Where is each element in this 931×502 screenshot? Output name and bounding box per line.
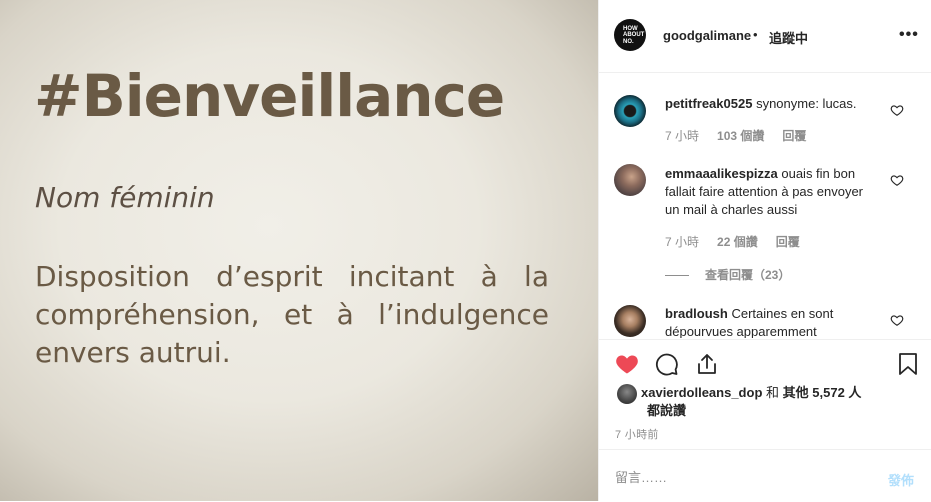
view-replies-button[interactable]: 查看回覆（23） xyxy=(665,266,790,283)
image-hashtag: #Bienveillance xyxy=(34,62,505,130)
post-timestamp[interactable]: 7 小時前 xyxy=(615,426,659,442)
liker-username[interactable]: xavierdolleans_dop xyxy=(641,385,762,400)
reply-button[interactable]: 回覆 xyxy=(776,235,800,249)
comments-list: petitfreak0525 synonyme: lucas. 7 小時 103 … xyxy=(599,73,931,338)
view-replies-label: 查看回覆（23） xyxy=(705,268,791,282)
follow-status-button[interactable]: 追蹤中 xyxy=(769,28,808,47)
comment-heart-icon[interactable] xyxy=(890,173,904,187)
comment-heart-icon[interactable] xyxy=(890,103,904,117)
comment-meta: 7 小時 103 個讚 回覆 xyxy=(665,127,824,144)
like-heart-icon[interactable] xyxy=(615,352,639,376)
replies-divider xyxy=(665,275,689,277)
comment-likes[interactable]: 103 個讚 xyxy=(717,129,764,143)
author-avatar-text: HOW ABOUT NO. xyxy=(623,25,645,45)
action-bar xyxy=(599,339,931,388)
commenter-username[interactable]: bradloush xyxy=(665,306,728,321)
commenter-username[interactable]: petitfreak0525 xyxy=(665,96,752,111)
likes-text: xavierdolleans_dop 和 其他 5,572 人 xyxy=(641,384,903,402)
more-options-icon[interactable]: ••• xyxy=(899,26,919,44)
comment-time[interactable]: 7 小時 xyxy=(665,129,699,143)
comment-icon[interactable] xyxy=(655,352,679,376)
likes-others-link[interactable]: 其他 5,572 人 xyxy=(783,385,862,400)
image-subtitle: Nom féminin xyxy=(35,181,215,214)
post-view: #Bienveillance Nom féminin Disposition d… xyxy=(0,0,931,501)
comment-heart-icon[interactable] xyxy=(890,313,904,327)
liker-avatar[interactable] xyxy=(617,384,637,404)
post-comment-button[interactable]: 發佈 xyxy=(888,470,914,489)
post-panel: HOW ABOUT NO. goodgalimane • 追蹤中 ••• pet… xyxy=(598,0,931,501)
comment-meta: 7 小時 22 個讚 回覆 xyxy=(665,233,818,250)
commenter-username[interactable]: emmaaalikespizza xyxy=(665,166,778,181)
comment-body: petitfreak0525 synonyme: lucas. xyxy=(665,95,880,113)
likes-suffix: 都說讚 xyxy=(647,403,687,418)
share-icon[interactable] xyxy=(695,352,719,376)
add-comment-box: 發佈 xyxy=(599,449,931,502)
reply-button[interactable]: 回覆 xyxy=(782,129,806,143)
author-username[interactable]: goodgalimane xyxy=(663,28,751,43)
header-separator: • xyxy=(753,27,758,42)
commenter-avatar[interactable] xyxy=(614,95,646,127)
comment-likes[interactable]: 22 個讚 xyxy=(717,235,758,249)
image-definition: Disposition d’esprit incitant à la compr… xyxy=(35,260,549,369)
likes-conjunction: 和 xyxy=(766,385,780,400)
comment-body: bradloush Certaines en sont dépourvues a… xyxy=(665,305,880,338)
post-header: HOW ABOUT NO. goodgalimane • 追蹤中 ••• xyxy=(599,0,931,73)
comment-text: synonyme: lucas. xyxy=(756,96,857,111)
commenter-avatar[interactable] xyxy=(614,164,646,196)
bookmark-icon[interactable] xyxy=(896,352,920,376)
author-avatar[interactable]: HOW ABOUT NO. xyxy=(614,19,646,51)
post-image[interactable]: #Bienveillance Nom féminin Disposition d… xyxy=(0,0,598,501)
comment-body: emmaaalikespizza ouais fin bon fallait f… xyxy=(665,165,880,219)
comment-input[interactable] xyxy=(615,466,875,488)
commenter-avatar[interactable] xyxy=(614,305,646,337)
comment-time[interactable]: 7 小時 xyxy=(665,235,699,249)
